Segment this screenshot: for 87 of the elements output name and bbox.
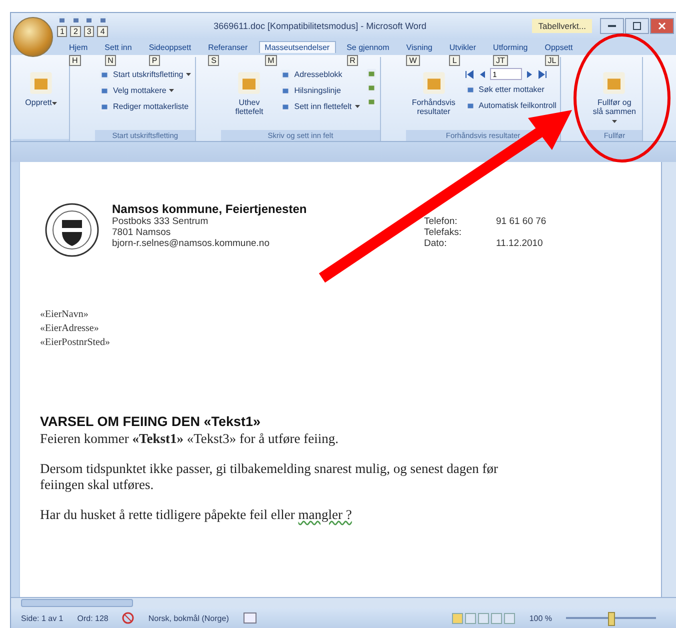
address-line: Postboks 333 Sentrum [112, 216, 210, 227]
crest-logo [44, 202, 100, 258]
macro-icon[interactable] [242, 612, 257, 624]
last-record-button[interactable] [536, 68, 548, 80]
view-icon[interactable] [452, 612, 464, 624]
ribbon-button[interactable]: Velg mottakere [98, 84, 192, 97]
ribbon-button[interactable]: Start utskriftsfletting [98, 68, 192, 81]
address-line: 7801 Namsos [112, 227, 172, 238]
merge-field: «EierPostnrSted» [40, 336, 641, 350]
keytip: N [104, 55, 116, 66]
view-icon[interactable] [478, 612, 490, 624]
keytip: JT [493, 55, 508, 66]
ribbon-tab[interactable]: Utforming [487, 41, 534, 54]
close-icon [658, 22, 666, 30]
window-title: 3669611.doc [Kompatibilitetsmodus] - Microsoft Word [212, 21, 428, 31]
document-icon [28, 70, 54, 96]
document-icon [601, 70, 628, 96]
office-button[interactable] [13, 17, 53, 57]
keytip: S [208, 55, 220, 66]
ribbon-tab[interactable]: Visning [400, 41, 438, 54]
merge-field: «EierNavn» [40, 308, 641, 322]
ribbon-icon-button[interactable] [366, 68, 377, 79]
maximize-button[interactable] [625, 18, 649, 34]
keytip: M [264, 55, 278, 66]
zoom-slider-thumb[interactable] [608, 612, 615, 626]
contact-label: Dato: [424, 238, 448, 249]
document-icon [420, 70, 447, 96]
ribbon-tab[interactable]: Masseutsendelser [258, 41, 336, 53]
flagged-word: mangler ? [298, 507, 352, 522]
keytip: W [406, 55, 420, 66]
close-button[interactable] [650, 18, 674, 34]
contact-value: 91 61 60 76 [496, 216, 546, 227]
ribbon-button[interactable]: Søk etter mottaker [464, 83, 558, 96]
vertical-scrollbar[interactable] [661, 162, 676, 597]
ribbon-button[interactable]: Uthev flettefelt [224, 68, 274, 118]
ribbon-tab[interactable]: Se gjennom [340, 41, 396, 54]
context-tab-label: Tabellverkt... [532, 19, 592, 33]
ribbon-button[interactable]: Automatisk feilkontroll [464, 99, 558, 112]
merge-field: «EierAdresse» [40, 322, 641, 336]
language-status[interactable]: Norsk, bokmål (Norge) [148, 614, 229, 622]
view-icon[interactable] [491, 612, 502, 624]
ribbon-tab[interactable]: Hjem [63, 41, 94, 54]
keytip: JL [544, 55, 560, 66]
view-icon[interactable] [504, 612, 516, 624]
ribbon-button[interactable]: Rediger mottakerliste [98, 100, 192, 113]
address-line: bjorn-r.selnes@namsos.kommune.no [112, 238, 270, 249]
keytip: R [346, 55, 358, 66]
ribbon-tab[interactable]: Referanser [202, 41, 254, 54]
keytip: 1 [57, 26, 68, 37]
paragraph: Feieren kommer «Tekst1» «Tekst3» for å utføre feiing. [40, 431, 340, 447]
word-count[interactable]: Ord: 128 [77, 614, 108, 622]
ribbon-tab[interactable]: Sideoppsett [142, 41, 198, 54]
ribbon-tab[interactable]: Oppsett [538, 41, 579, 54]
ribbon-button[interactable]: Sett inn flettefelt [279, 100, 361, 113]
view-icon[interactable] [465, 612, 476, 624]
keytip: 4 [97, 26, 108, 37]
keytip: 2 [70, 26, 81, 37]
keytip: L [449, 55, 460, 66]
contact-label: Telefaks: [424, 227, 462, 238]
document-icon [99, 69, 110, 80]
minimize-icon [608, 25, 616, 27]
proofing-icon[interactable] [122, 612, 134, 624]
ribbon-button[interactable]: Fullfør og slå sammen [589, 68, 640, 127]
document-heading: VARSEL OM FEIING DEN «Tekst1» [40, 414, 262, 429]
zoom-level[interactable]: 100 % [529, 614, 552, 622]
maximize-icon [633, 22, 641, 30]
organization-name: Namsos kommune, Feiertjenesten [112, 202, 308, 216]
paragraph: Dersom tidspunktet ikke passer, gi tilbakemelding snarest mulig, og senest dagen før feiingen skal utføres. [40, 461, 499, 493]
horizontal-scrollbar[interactable] [11, 597, 676, 608]
ribbon-button[interactable]: Opprett [16, 68, 66, 109]
field-icon [366, 68, 377, 79]
ribbon-tab[interactable]: Sett inn [98, 41, 138, 54]
document-icon [236, 70, 262, 96]
contact-label: Telefon: [424, 216, 458, 227]
ribbon-button[interactable]: Forhåndsvis resultater [408, 68, 459, 118]
keytip: P [148, 55, 160, 66]
page-count[interactable]: Side: 1 av 1 [21, 614, 64, 622]
minimize-button[interactable] [600, 18, 624, 34]
first-record-button[interactable] [464, 68, 475, 80]
keytip: 3 [84, 26, 94, 37]
keytip: H [69, 55, 81, 66]
document-icon [280, 69, 292, 80]
ribbon-tab[interactable]: Utvikler [443, 41, 482, 54]
ribbon-button[interactable]: Adresseblokk [279, 68, 361, 81]
ribbon-button[interactable]: Hilsningslinje [279, 84, 361, 97]
paragraph: Har du husket å rette tidligere påpekte feil eller [40, 507, 296, 522]
contact-value: 11.12.2010 [496, 238, 544, 249]
